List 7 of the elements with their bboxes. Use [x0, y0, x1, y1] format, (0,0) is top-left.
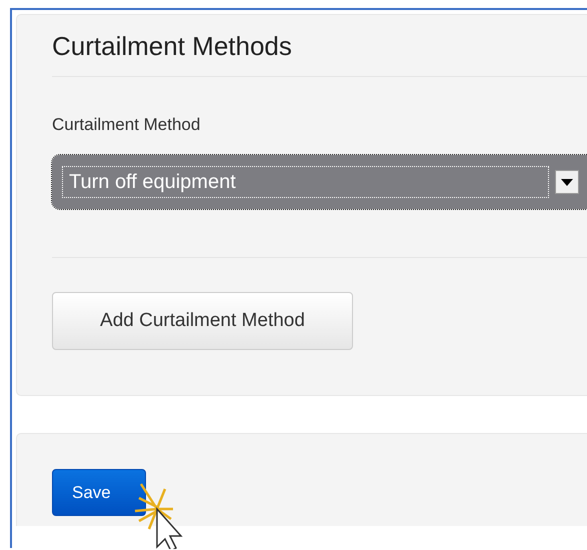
section-title: Curtailment Methods	[52, 15, 587, 77]
select-value: Turn off equipment	[62, 166, 549, 198]
field-label: Curtailment Method	[52, 115, 200, 135]
save-button[interactable]: Save	[52, 469, 146, 516]
add-method-button[interactable]: Add Curtailment Method	[52, 292, 353, 350]
dropdown-icon[interactable]	[555, 170, 579, 194]
select-field[interactable]: Turn off equipment	[52, 155, 587, 209]
